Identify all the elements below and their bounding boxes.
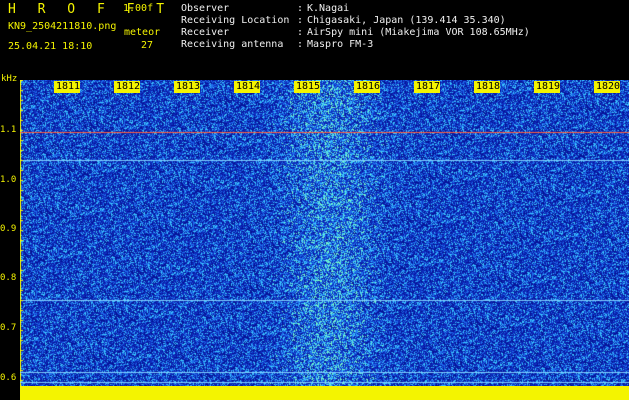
y-tick-label: 1.0 [0,175,17,185]
y-tick-label: 0.8 [0,273,17,283]
location-label: Receiving Location [181,15,290,26]
info-separator: : [297,3,304,14]
meteor-count: 27 [141,40,154,51]
hroff-display: H R O F F T 1.00f KN9_2504211810.png 25.… [0,0,629,400]
y-tick-label: 0.7 [0,323,17,333]
x-tick-label: 1817 [416,81,441,92]
x-tick-label: 1816 [356,81,381,92]
info-separator: : [297,15,304,26]
x-tick-label: 1811 [56,81,81,92]
x-tick-label: 1819 [536,81,561,92]
x-tick-label: 1815 [296,81,321,92]
info-separator: : [297,27,304,38]
observer-value: K.Nagai [307,3,350,14]
app-version: 1.00f [123,3,154,14]
receiver-label: Receiver [181,27,230,38]
y-tick-label: 0.6 [0,373,17,383]
x-tick-label: 1813 [176,81,201,92]
x-tick-label: 1818 [476,81,501,92]
location-value: Chigasaki, Japan (139.414 35.340) [307,15,506,26]
meteor-label: meteor [124,27,161,38]
info-separator: : [297,39,304,50]
x-tick-label: 1812 [116,81,141,92]
file-name: KN9_2504211810.png [8,21,117,32]
x-tick-label: 1820 [596,81,621,92]
y-axis-unit: kHz [1,74,18,84]
observer-label: Observer [181,3,230,14]
x-tick-label: 1814 [236,81,261,92]
capture-datetime: 25.04.21 18:10 [8,41,93,52]
amplitude-bar [20,386,629,400]
receiver-value: AirSpy mini (Miakejima VOR 108.65MHz) [307,27,530,38]
spectrogram [20,80,629,400]
y-tick-label: 0.9 [0,224,17,234]
y-tick-label: 1.1 [0,125,17,135]
antenna-value: Maspro FM-3 [307,39,374,50]
antenna-label: Receiving antenna [181,39,284,50]
